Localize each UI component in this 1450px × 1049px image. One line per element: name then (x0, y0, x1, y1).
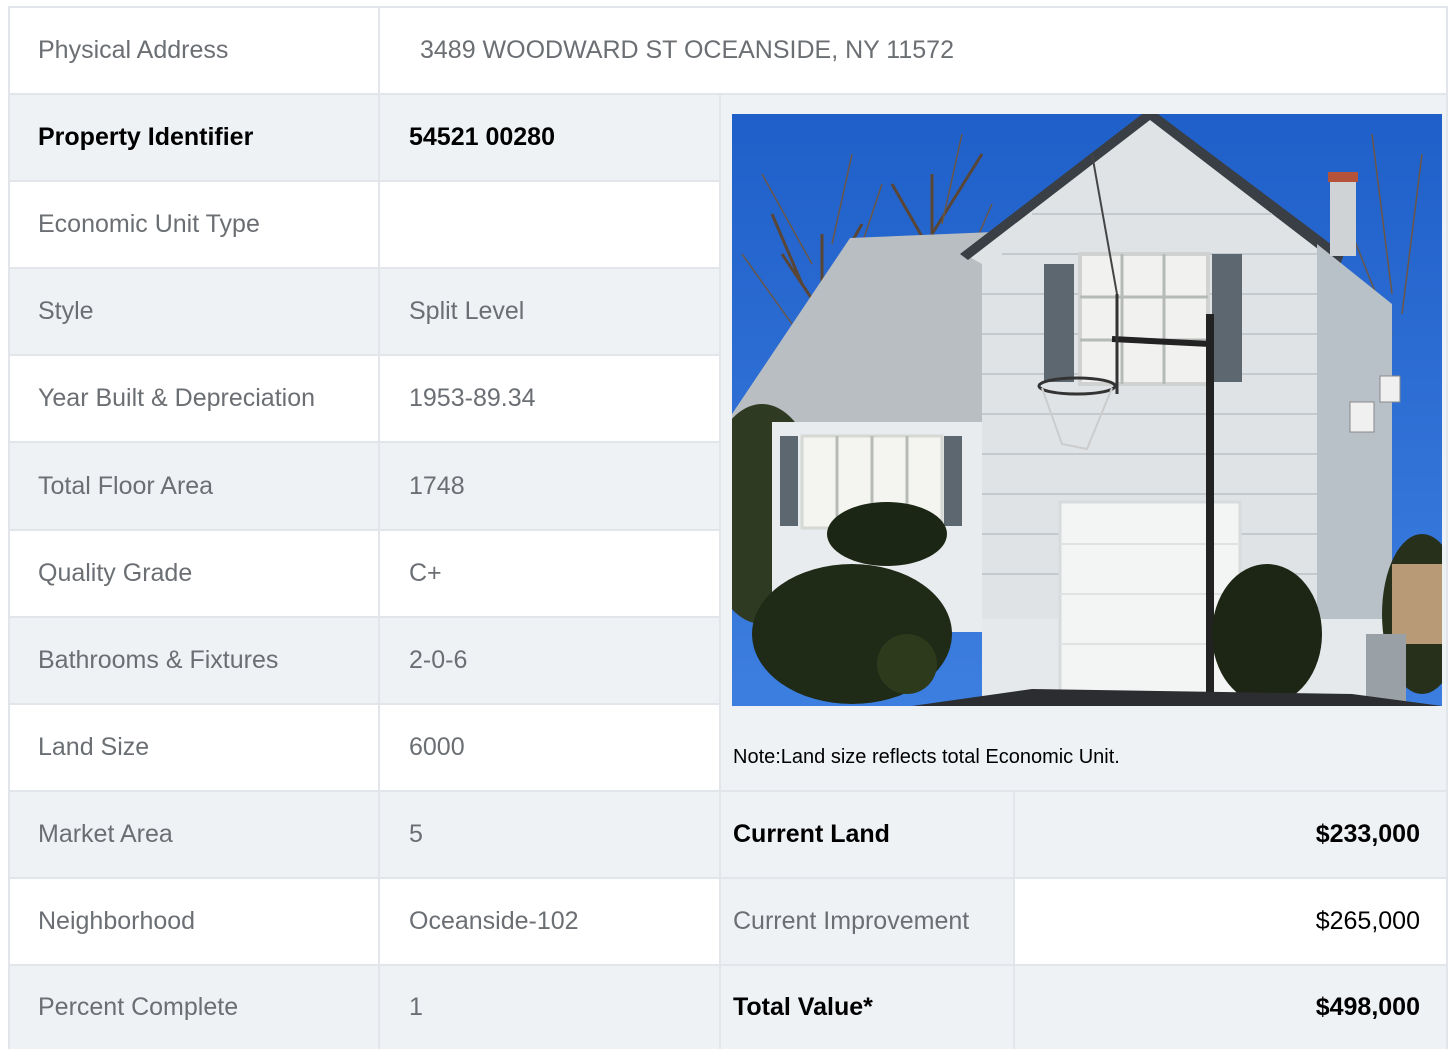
detail-value: 54521 00280 (409, 123, 555, 151)
valuation-label: Total Value* (733, 993, 873, 1021)
detail-label-cell: Land Size (10, 705, 378, 790)
detail-value: 1953-89.34 (409, 384, 536, 412)
row-divider (8, 267, 721, 269)
detail-label-cell: Total Floor Area (10, 443, 378, 529)
detail-label: Quality Grade (38, 559, 193, 587)
column-divider (1013, 790, 1015, 1049)
detail-value-cell: 2-0-6 (380, 618, 719, 703)
valuation-value: $265,000 (1315, 907, 1420, 935)
column-divider (1446, 6, 1448, 1049)
row-divider (8, 441, 721, 443)
detail-value: C+ (409, 559, 442, 587)
row-divider (8, 93, 1448, 95)
row-divider (8, 354, 721, 356)
column-divider (719, 93, 721, 1049)
detail-value-cell: 1953-89.34 (380, 356, 719, 441)
row-divider (8, 877, 1448, 879)
detail-value: 1748 (409, 471, 465, 500)
detail-label-cell: Year Built & Depreciation (10, 356, 378, 441)
row-divider (8, 616, 721, 618)
detail-label: Neighborhood (38, 907, 196, 935)
detail-value-cell: 5 (380, 792, 719, 877)
detail-value-cell: 6000 (380, 705, 719, 790)
valuation-label-cell: Current Land (721, 792, 1013, 877)
valuation-label: Current Improvement (733, 907, 970, 935)
valuation-value-cell: $265,000 (1015, 879, 1448, 964)
detail-value: 6000 (409, 733, 465, 761)
detail-label-cell: Percent Complete (10, 966, 378, 1049)
address-value-cell: 3489 WOODWARD ST OCEANSIDE, NY 11572 (380, 8, 1448, 93)
valuation-value: $233,000 (1315, 820, 1420, 848)
detail-label-cell: Quality Grade (10, 531, 378, 616)
row-divider (8, 529, 721, 531)
valuation-label-cell: Total Value* (721, 966, 1013, 1049)
detail-value: Split Level (409, 297, 525, 325)
detail-label: Percent Complete (38, 993, 239, 1021)
row-divider (8, 180, 721, 182)
detail-value-cell (380, 182, 719, 267)
detail-label-cell: Property Identifier (10, 95, 378, 180)
valuation-value-cell: $233,000 (1015, 792, 1448, 877)
detail-value-cell: Split Level (380, 269, 719, 354)
column-divider (378, 6, 380, 1049)
detail-value-cell: 1748 (380, 443, 719, 529)
detail-label: Market Area (38, 820, 173, 848)
row-divider (8, 703, 721, 705)
detail-label: Bathrooms & Fixtures (38, 646, 279, 674)
valuation-value: $498,000 (1315, 993, 1420, 1021)
detail-value: 2-0-6 (409, 646, 468, 674)
detail-label-cell: Style (10, 269, 378, 354)
detail-value-cell: 1 (380, 966, 719, 1049)
detail-value-cell: Oceanside-102 (380, 879, 719, 964)
address-label-cell: Physical Address (10, 8, 378, 93)
detail-label-cell: Bathrooms & Fixtures (10, 618, 378, 703)
detail-label: Economic Unit Type (38, 210, 260, 238)
detail-label-cell: Economic Unit Type (10, 182, 378, 267)
valuation-label: Current Land (733, 820, 890, 848)
row-divider (8, 964, 1448, 966)
detail-label: Year Built & Depreciation (38, 384, 316, 412)
land-size-note: Note:Land size reflects total Economic U… (733, 746, 1120, 768)
detail-value: Oceanside-102 (409, 907, 579, 935)
detail-label: Total Floor Area (38, 471, 214, 500)
detail-value-cell: C+ (380, 531, 719, 616)
detail-label: Style (38, 297, 94, 325)
valuation-value-cell: $498,000 (1015, 966, 1448, 1049)
detail-value: 5 (409, 820, 423, 848)
detail-value-cell: 54521 00280 (380, 95, 719, 180)
detail-label: Land Size (38, 733, 150, 761)
address-value: 3489 WOODWARD ST OCEANSIDE, NY 11572 (420, 36, 954, 64)
detail-label-cell: Neighborhood (10, 879, 378, 964)
row-divider (8, 790, 1448, 792)
address-label: Physical Address (38, 36, 229, 64)
property-photo (732, 114, 1442, 706)
detail-label-cell: Market Area (10, 792, 378, 877)
valuation-label-cell: Current Improvement (721, 879, 1013, 964)
detail-label: Property Identifier (38, 123, 254, 151)
detail-value: 1 (409, 993, 423, 1021)
